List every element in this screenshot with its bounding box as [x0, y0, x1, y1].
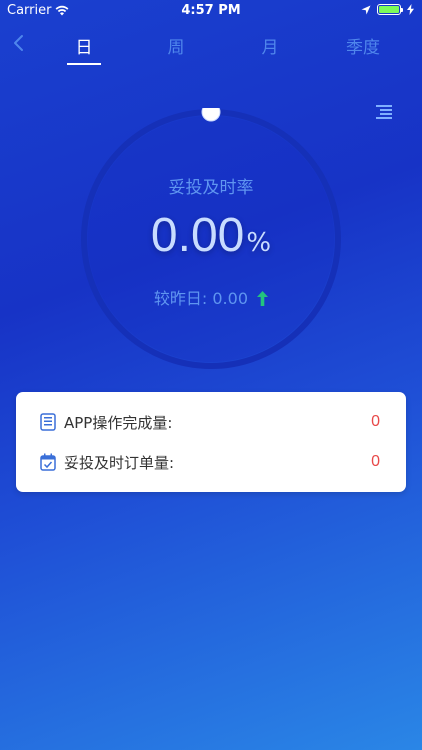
tab-week[interactable]: 周: [146, 33, 206, 58]
gauge-knob: [201, 108, 221, 122]
document-icon: [40, 413, 56, 431]
status-right: [361, 4, 414, 15]
period-nav: 日 周 月 季度: [0, 22, 422, 68]
stat-label: 妥投及时订单量:: [64, 453, 175, 472]
status-time: 4:57 PM: [181, 3, 241, 18]
stat-value: 0: [371, 453, 380, 470]
status-bar: Carrier 4:57 PM: [0, 0, 422, 22]
gauge-value-row: 0.00%: [0, 208, 422, 263]
battery-icon: [377, 4, 403, 15]
compare-label: 较昨日: 0.00: [153, 289, 248, 308]
stat-label: APP操作完成量:: [64, 413, 173, 432]
stat-value: 0: [371, 413, 380, 430]
gauge-unit: %: [246, 228, 272, 258]
tab-quarter[interactable]: 季度: [333, 33, 393, 58]
compare-yesterday: 较昨日: 0.00: [0, 285, 422, 309]
tab-active-indicator: [67, 63, 101, 65]
stats-card: APP操作完成量: 0 妥投及时订单量: 0: [16, 392, 406, 492]
stat-row-on-time-orders: 妥投及时订单量: 0: [16, 442, 406, 482]
gauge-value: 0.00: [150, 209, 245, 262]
calendar-check-icon: [40, 453, 56, 471]
gauge-title: 妥投及时率: [168, 178, 254, 198]
arrow-up-icon: [257, 291, 269, 306]
location-arrow-icon: [361, 5, 371, 14]
tab-day[interactable]: 日: [54, 33, 114, 58]
list-menu-icon[interactable]: [374, 104, 394, 120]
back-chevron-icon[interactable]: [8, 32, 30, 54]
tab-month[interactable]: 月: [240, 33, 300, 58]
charging-bolt-icon: [407, 4, 414, 15]
stat-row-app-ops: APP操作完成量: 0: [16, 402, 406, 442]
